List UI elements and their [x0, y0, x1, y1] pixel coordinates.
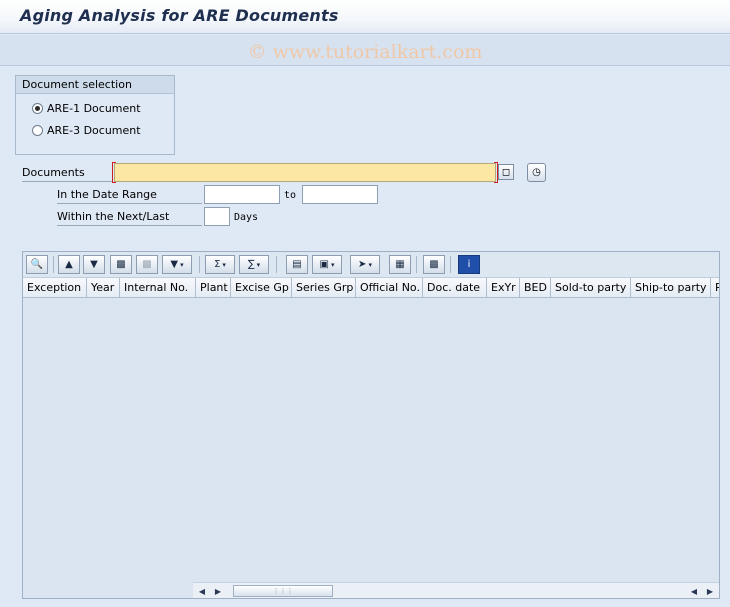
radio-are3[interactable]: ARE-3 Document: [32, 122, 141, 138]
column-header[interactable]: Ship-to party: [631, 278, 711, 297]
set-filter-icon[interactable]: ▼ ▾: [162, 255, 192, 274]
column-header[interactable]: Series Grp: [292, 278, 356, 297]
save-local-icon[interactable]: ➤ ▾: [350, 255, 380, 274]
group-title: Document selection: [16, 76, 174, 94]
sum-icon[interactable]: Σ ▾: [205, 255, 235, 274]
days-input[interactable]: [204, 207, 230, 226]
column-header[interactable]: Year: [87, 278, 120, 297]
date-range-label: In the Date Range: [57, 188, 202, 204]
column-header[interactable]: R: [711, 278, 719, 297]
column-header[interactable]: Internal No.: [120, 278, 196, 297]
documents-label: Documents: [22, 166, 112, 182]
chart-icon[interactable]: ▩: [423, 255, 445, 274]
scroll-thumb[interactable]: ⋮⋮⋮: [233, 585, 333, 597]
column-header[interactable]: BED: [520, 278, 551, 297]
days-label: Days: [234, 212, 259, 223]
next-last-label: Within the Next/Last: [57, 210, 202, 226]
toolbar-separator: [199, 256, 200, 273]
page-title: Aging Analysis for ARE Documents: [20, 6, 339, 25]
multiple-selection-icon[interactable]: ◻: [498, 164, 514, 180]
horizontal-scrollbar[interactable]: ◀ ▶ ⋮⋮⋮ ◀ ▶: [193, 582, 719, 598]
execute-clock-icon[interactable]: ◷: [527, 163, 546, 182]
print-preview-icon[interactable]: ▤: [286, 255, 308, 274]
scroll-right-icon[interactable]: ▶: [211, 584, 225, 598]
document-selection-group: Document selection ARE-1 Document ARE-3 …: [15, 75, 175, 155]
print-icon[interactable]: ▲: [58, 255, 80, 274]
grid-body: [23, 299, 719, 581]
date-from-input[interactable]: [204, 185, 280, 204]
scroll-left-end-icon[interactable]: ◀: [687, 584, 701, 598]
filter-icon[interactable]: ▼: [83, 255, 105, 274]
find-next-icon[interactable]: ▩: [136, 255, 158, 274]
radio-are3-button[interactable]: [32, 124, 43, 136]
radio-are3-label: ARE-3 Document: [47, 123, 141, 137]
application-toolbar: © www.tutorialkart.com: [0, 35, 730, 66]
toolbar-separator: [276, 256, 277, 273]
alv-toolbar: 🔍 ▲ ▼ ▩ ▩ ▼ ▾ Σ ▾ ∑ ▾ ▤ ▣ ▾ ➤ ▾ ▦ ▩ i: [23, 252, 719, 278]
column-header[interactable]: Sold-to party: [551, 278, 631, 297]
column-header[interactable]: Official No.: [356, 278, 423, 297]
toolbar-separator: [450, 256, 451, 273]
radio-are1[interactable]: ARE-1 Document: [32, 100, 141, 116]
info-icon[interactable]: i: [458, 255, 480, 274]
documents-input[interactable]: [114, 163, 496, 182]
title-bar: Aging Analysis for ARE Documents: [0, 0, 730, 34]
column-header-row: Exception Year Internal No. Plant Excise…: [23, 278, 719, 298]
scroll-right-end-icon[interactable]: ▶: [703, 584, 717, 598]
column-header[interactable]: ExYr: [487, 278, 520, 297]
alv-grid: 🔍 ▲ ▼ ▩ ▩ ▼ ▾ Σ ▾ ∑ ▾ ▤ ▣ ▾ ➤ ▾ ▦ ▩ i Excepti…: [22, 251, 720, 599]
column-header[interactable]: Plant: [196, 278, 231, 297]
column-header[interactable]: Excise Gp: [231, 278, 292, 297]
date-to-input[interactable]: [302, 185, 378, 204]
column-header[interactable]: Exception: [23, 278, 87, 297]
details-icon[interactable]: 🔍: [26, 255, 48, 274]
layout-grid-icon[interactable]: ▦: [389, 255, 411, 274]
watermark: © www.tutorialkart.com: [247, 41, 483, 63]
export-icon[interactable]: ▣ ▾: [312, 255, 342, 274]
radio-are1-label: ARE-1 Document: [47, 101, 141, 115]
find-icon[interactable]: ▩: [110, 255, 132, 274]
toolbar-separator: [53, 256, 54, 273]
subtotal-icon[interactable]: ∑ ▾: [239, 255, 269, 274]
column-header[interactable]: Doc. date: [423, 278, 487, 297]
to-label: to: [284, 190, 297, 201]
radio-are1-button[interactable]: [32, 102, 43, 114]
scroll-left-icon[interactable]: ◀: [195, 584, 209, 598]
toolbar-separator: [416, 256, 417, 273]
